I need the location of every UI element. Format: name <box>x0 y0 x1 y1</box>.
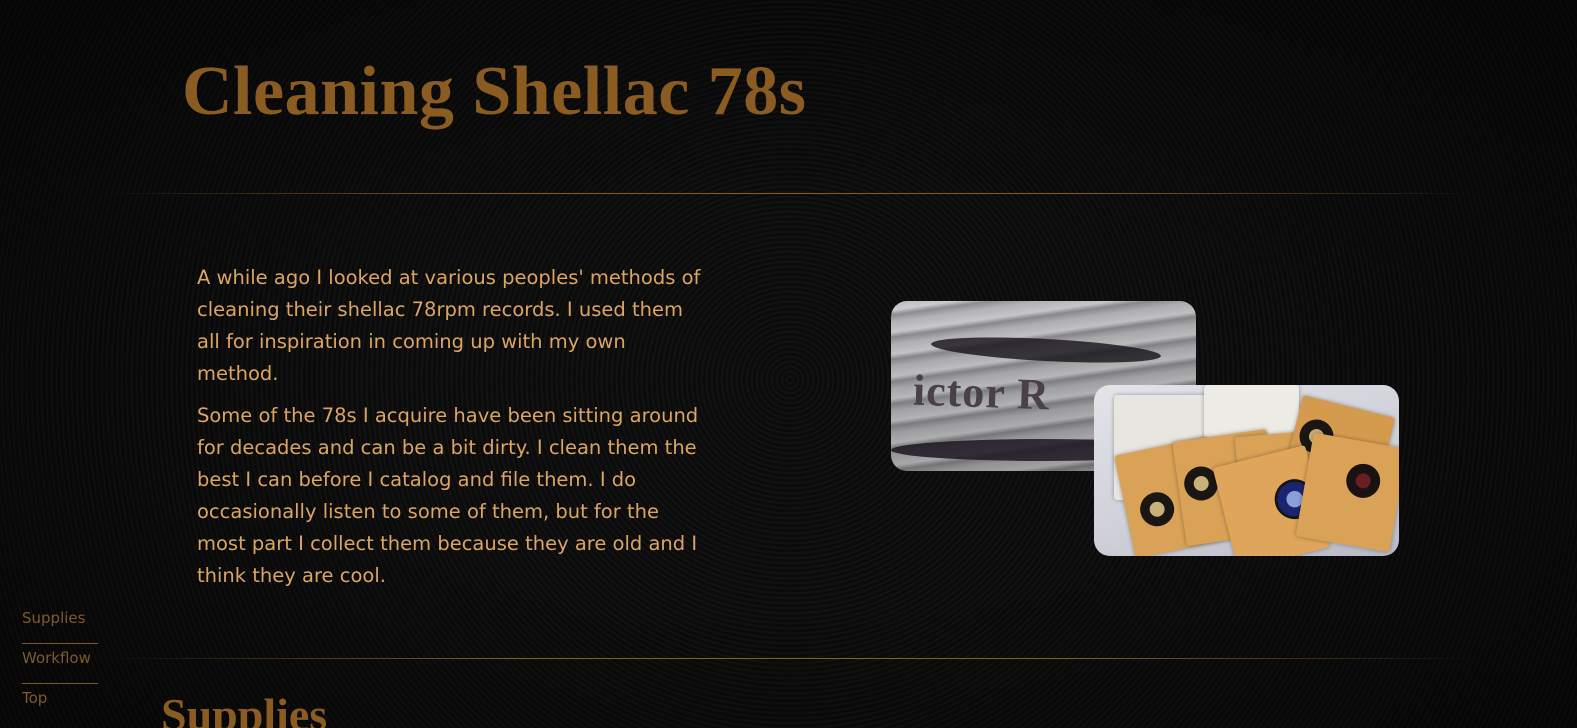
record-disc <box>1343 461 1383 501</box>
record-collection-photo <box>1094 385 1399 556</box>
intro-paragraph-2: Some of the 78s I acquire have been sitt… <box>197 404 699 587</box>
side-navigation: Supplies Workflow Top <box>22 606 98 726</box>
record-edge-shadow <box>930 332 1162 368</box>
sleeve-label-text: ictor R <box>912 365 1051 420</box>
divider-bottom <box>100 658 1480 659</box>
intro-paragraph-1: A while ago I looked at various peoples'… <box>197 266 701 385</box>
page-title: Cleaning Shellac 78s <box>182 53 807 130</box>
record-disc <box>1136 489 1178 530</box>
intro-text: A while ago I looked at various peoples'… <box>197 262 707 602</box>
nav-link-supplies[interactable]: Supplies <box>22 606 98 644</box>
section-title-supplies: Supplies <box>161 689 328 728</box>
nav-link-workflow[interactable]: Workflow <box>22 646 98 684</box>
divider-top <box>100 193 1480 194</box>
record-sleeve <box>1295 432 1399 553</box>
nav-link-top[interactable]: Top <box>22 686 98 724</box>
